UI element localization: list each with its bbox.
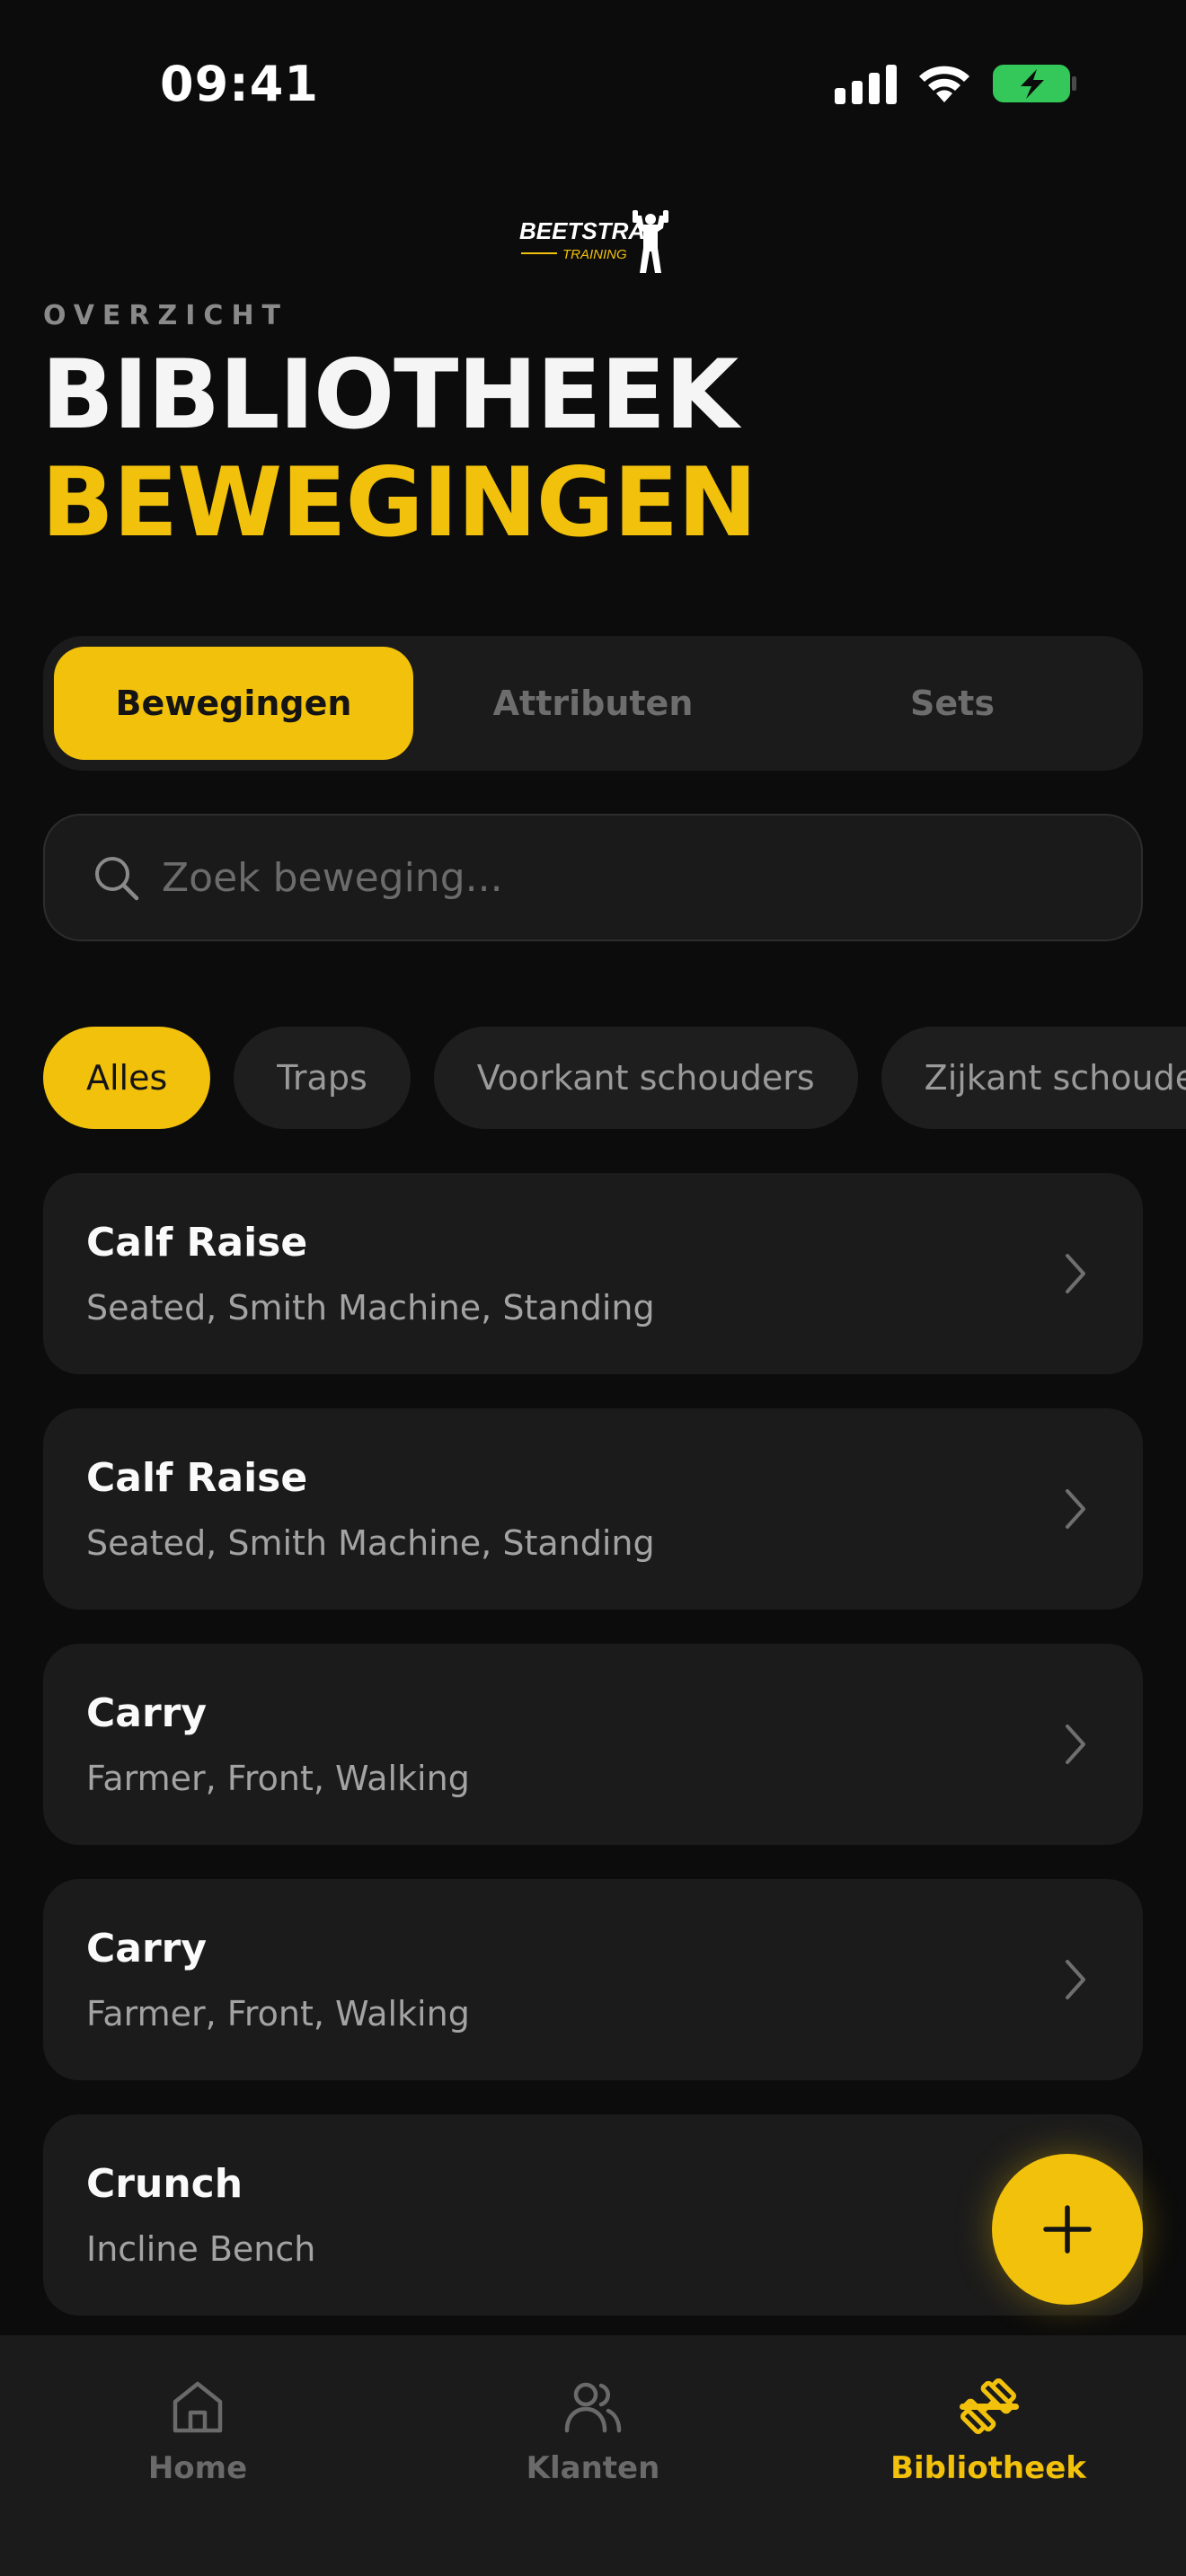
search-icon [95,857,139,901]
nav-active-indicator [960,2404,1019,2410]
movement-variants: Seated, Smith Machine, Standing [86,1523,655,1563]
beetstra-logo: BEETSTRA TRAINING [519,210,668,273]
brand-tagline: TRAINING [562,247,627,262]
movement-card[interactable]: Calf Raise Seated, Smith Machine, Standi… [43,1173,1143,1374]
nav-bibliotheek-label: Bibliotheek [890,2450,1086,2486]
status-time: 09:41 [160,56,319,112]
movement-name: Carry [86,1926,208,1972]
page-title: BIBLIOTHEEK [41,340,739,450]
plus-icon [1043,2205,1092,2254]
movement-card[interactable]: Carry Farmer, Front, Walking [43,1644,1143,1845]
filter-chip-alles[interactable]: Alles [43,1027,211,1129]
search-bar[interactable] [43,814,1143,941]
status-icons [835,63,1078,104]
movement-variants: Seated, Smith Machine, Standing [86,1288,655,1328]
movement-variants: Farmer, Front, Walking [86,1994,470,2033]
chevron-right-icon [1066,1960,1085,1999]
filter-chip-zijkant-schouders[interactable]: Zijkant schouders [881,1027,1186,1129]
tab-sets[interactable]: Sets [773,647,1132,760]
cellular-signal-icon [835,63,897,104]
movement-card[interactable]: Carry Farmer, Front, Walking [43,1879,1143,2080]
add-movement-button[interactable] [992,2154,1143,2305]
tab-attributen[interactable]: Attributen [413,647,773,760]
movement-variants: Incline Bench [86,2229,316,2269]
movement-name: Calf Raise [86,1220,308,1266]
nav-bibliotheek[interactable]: Bibliotheek [791,2335,1186,2576]
users-icon [564,2382,622,2433]
nav-home-label: Home [147,2450,248,2486]
movement-name: Calf Raise [86,1455,308,1501]
bottom-nav: Home Klanten Bibliotheek [0,2335,1186,2576]
nav-klanten-label: Klanten [526,2450,660,2486]
nav-klanten[interactable]: Klanten [395,2335,791,2576]
chevron-right-icon [1066,1725,1085,1764]
page-subtitle: BEWEGINGEN [41,447,757,558]
status-bar: 09:41 [0,0,1186,171]
library-tabs: Bewegingen Attributen Sets [43,636,1143,771]
nav-home[interactable]: Home [0,2335,395,2576]
movement-name: Carry [86,1690,208,1736]
movement-card[interactable]: Calf Raise Seated, Smith Machine, Standi… [43,1408,1143,1610]
section-eyebrow: OVERZICHT [43,300,289,331]
search-input[interactable] [162,854,970,901]
movement-variants: Farmer, Front, Walking [86,1759,470,1798]
chevron-right-icon [1066,1489,1085,1529]
movement-name: Crunch [86,2161,243,2207]
battery-charging-icon [993,65,1076,102]
filter-chip-traps[interactable]: Traps [234,1027,411,1129]
wifi-icon [919,66,969,102]
home-icon [173,2381,223,2433]
filter-chip-voorkant-schouders[interactable]: Voorkant schouders [433,1027,858,1129]
brand-name: BEETSTRA [519,217,645,244]
filter-chips: Alles Traps Voorkant schouders Zijkant s… [43,1027,1186,1129]
tab-bewegingen[interactable]: Bewegingen [54,647,413,760]
chevron-right-icon [1066,1254,1085,1293]
movement-card[interactable]: Crunch Incline Bench [43,2114,1143,2316]
